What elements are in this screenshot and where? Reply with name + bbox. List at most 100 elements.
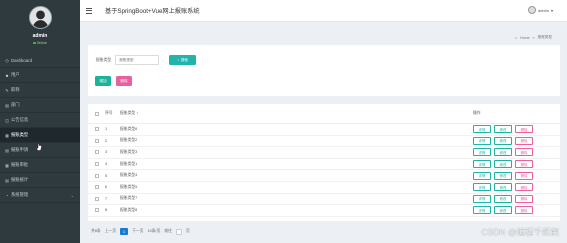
search-row: 报账类型 ⌕ 搜索 xyxy=(96,55,197,65)
pagination-page-unit: 页 xyxy=(185,229,190,233)
edit-button[interactable]: 修改 xyxy=(494,183,512,192)
sidebar-item-2[interactable]: ✎ 职称 xyxy=(0,83,80,98)
sidebar: admin Online ◷ Dashboard ☻ 用户 ✎ 职称 ▤ 部门 ◫ 公告信息 ▦ 报账… xyxy=(0,0,80,243)
mouse-cursor-icon xyxy=(36,143,42,151)
page-number[interactable]: 1 xyxy=(120,228,129,235)
edit-button[interactable]: 修改 xyxy=(494,206,512,215)
row-checkbox[interactable] xyxy=(94,196,99,201)
header-index: 序号 xyxy=(105,111,113,115)
row-delete-button[interactable]: 删除 xyxy=(515,148,533,157)
row-actions: 详情 修改 删除 xyxy=(473,183,533,192)
row-name: 报账类型8 xyxy=(120,207,138,212)
row-delete-button[interactable]: 删除 xyxy=(515,125,533,134)
menu-toggle-icon[interactable] xyxy=(86,7,92,14)
row-delete-button[interactable]: 删除 xyxy=(515,206,533,215)
sidebar-item-label: 部门 xyxy=(11,102,20,107)
sidebar-item-5[interactable]: ▦ 报账类型 xyxy=(0,128,80,143)
detail-button[interactable]: 详情 xyxy=(473,194,491,203)
pagination-total: 共8条 xyxy=(91,229,101,233)
detail-button[interactable]: 详情 xyxy=(473,206,491,215)
row-checkbox[interactable] xyxy=(94,162,99,167)
breadcrumb-current: 报账类型 xyxy=(537,35,552,39)
row-delete-button[interactable]: 删除 xyxy=(515,194,533,203)
user-name: admin xyxy=(538,7,549,13)
stats-icon: ▤ xyxy=(5,177,9,183)
header-name[interactable]: 报账类型 ↕ xyxy=(120,111,473,116)
edit-button[interactable]: 修改 xyxy=(494,171,512,180)
profile: admin Online xyxy=(0,0,80,52)
breadcrumb: ⌂ Home » 报账类型 xyxy=(515,35,552,40)
sidebar-item-label: Dashboard xyxy=(11,57,33,63)
row-checkbox[interactable] xyxy=(94,138,99,143)
approve-icon: ▦ xyxy=(5,162,9,168)
search-input[interactable] xyxy=(115,55,160,65)
sidebar-item-label: 职称 xyxy=(11,87,20,92)
row-delete-button[interactable]: 删除 xyxy=(515,171,533,180)
row-name: 报账类型6 xyxy=(120,126,138,131)
row-checkbox[interactable] xyxy=(94,150,99,155)
edit-button[interactable]: 修改 xyxy=(494,125,512,134)
user-menu[interactable]: admin ▾ xyxy=(528,6,553,14)
sidebar-item-4[interactable]: ◫ 公告信息 xyxy=(0,113,80,128)
apply-icon: ▤ xyxy=(5,147,9,153)
detail-button[interactable]: 详情 xyxy=(473,136,491,145)
notice-icon: ◫ xyxy=(5,117,9,123)
home-icon: ⌂ xyxy=(514,35,518,40)
page-jump-input[interactable] xyxy=(175,228,182,235)
row-actions: 详情 修改 删除 xyxy=(473,160,533,169)
topbar: 基于SpringBoot+Vue网上报账系统 admin ▾ xyxy=(80,0,567,22)
row-delete-button[interactable]: 删除 xyxy=(515,136,533,145)
row-index: 8 xyxy=(105,208,108,213)
detail-button[interactable]: 详情 xyxy=(473,171,491,180)
search-panel: 报账类型 ⌕ 搜索 增加 删除 xyxy=(88,45,560,96)
sidebar-item-label: 报账统计 xyxy=(11,177,29,182)
add-button[interactable]: 增加 xyxy=(95,76,111,86)
sidebar-item-7[interactable]: ▦ 报账审批 xyxy=(0,158,80,173)
page-size-select[interactable]: 10条/页 xyxy=(148,229,161,234)
avatar[interactable] xyxy=(28,6,52,29)
row-checkbox[interactable] xyxy=(94,127,99,132)
edit-button[interactable]: 修改 xyxy=(494,194,512,203)
search-button[interactable]: ⌕ 搜索 xyxy=(169,55,197,65)
edit-button[interactable]: 修改 xyxy=(494,160,512,169)
sidebar-item-8[interactable]: ▤ 报账统计 xyxy=(0,173,80,188)
row-index: 3 xyxy=(105,150,108,155)
row-delete-button[interactable]: 删除 xyxy=(515,160,533,169)
table-row: 7 报账类型7 详情 修改 删除 xyxy=(88,194,560,206)
settings-icon: ◔ xyxy=(5,192,9,198)
pagination-next[interactable]: 下一页 xyxy=(132,229,143,234)
row-checkbox[interactable] xyxy=(94,208,99,213)
row-checkbox[interactable] xyxy=(94,173,99,178)
chevron-down-icon: ⌄ xyxy=(70,192,74,198)
row-actions: 详情 修改 删除 xyxy=(473,206,533,215)
edit-button[interactable]: 修改 xyxy=(494,136,512,145)
sidebar-item-0[interactable]: ◷ Dashboard xyxy=(0,53,80,68)
edit-button[interactable]: 修改 xyxy=(494,148,512,157)
detail-button[interactable]: 详情 xyxy=(473,183,491,192)
row-checkbox[interactable] xyxy=(94,185,99,190)
row-actions: 详情 修改 删除 xyxy=(473,136,533,145)
detail-button[interactable]: 详情 xyxy=(473,160,491,169)
row-name: 报账类型2 xyxy=(120,138,138,143)
sidebar-item-label: 用户 xyxy=(11,72,20,77)
table-row: 3 报账类型3 详情 修改 删除 xyxy=(88,147,560,159)
detail-button[interactable]: 详情 xyxy=(473,125,491,134)
row-actions: 详情 修改 删除 xyxy=(473,194,533,203)
pagination-goto: 前往 xyxy=(164,229,172,233)
pagination-prev[interactable]: 上一页 xyxy=(105,229,116,234)
select-all-checkbox[interactable] xyxy=(94,111,99,116)
category-icon: ▦ xyxy=(5,132,9,138)
table-panel: 序号 报账类型 ↕ 操作 1 报账类型6 详情 修改 删除 2 报账类型2 详情 修改 删除 3 报账… xyxy=(88,104,560,221)
row-delete-button[interactable]: 删除 xyxy=(515,183,533,192)
breadcrumb-home[interactable]: Home xyxy=(520,36,530,40)
sidebar-item-3[interactable]: ▤ 部门 xyxy=(0,98,80,113)
sidebar-item-9[interactable]: ◔ 系统管理 ⌄ xyxy=(0,188,80,203)
row-index: 6 xyxy=(105,185,108,190)
row-index: 4 xyxy=(105,162,108,167)
sidebar-item-1[interactable]: ☻ 用户 xyxy=(0,68,80,83)
delete-button[interactable]: 删除 xyxy=(116,76,132,86)
sidebar-item-label: 报账类型 xyxy=(11,132,29,137)
search-label: 报账类型 xyxy=(96,57,112,62)
detail-button[interactable]: 详情 xyxy=(473,148,491,157)
user-avatar xyxy=(528,6,537,14)
